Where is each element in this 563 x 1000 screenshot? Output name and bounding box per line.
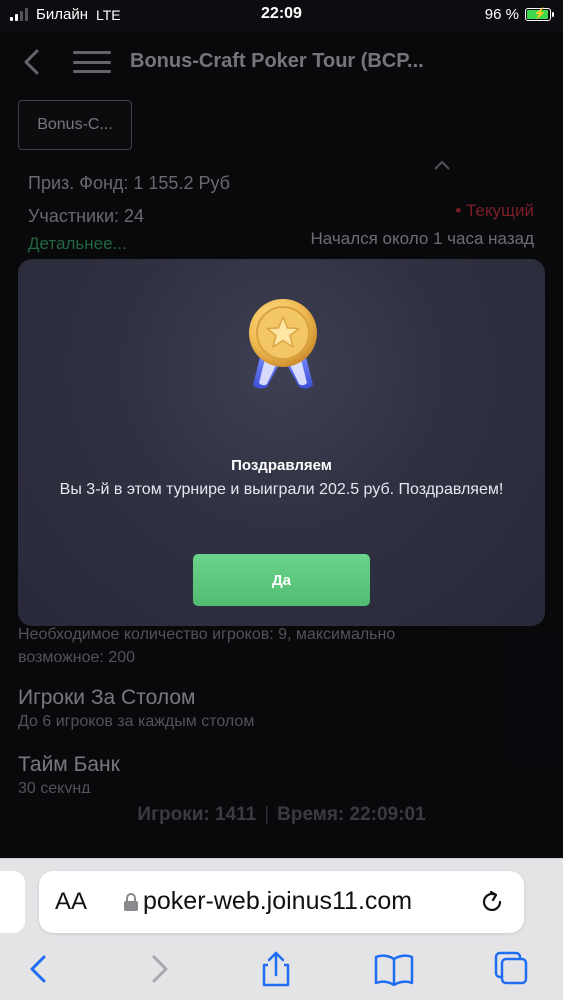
reader-settings-button[interactable]: AA (55, 888, 87, 916)
reload-icon[interactable] (478, 888, 506, 916)
address-bar[interactable]: AA poker-web.joinus11.com (39, 871, 524, 933)
dialog-message: Вы 3-й в этом турнире и выиграли 202.5 р… (59, 481, 504, 498)
clock: 22:09 (261, 5, 302, 22)
battery-charging-icon: ⚡ (525, 8, 554, 21)
previous-tab-card[interactable] (0, 871, 25, 933)
share-icon[interactable] (254, 949, 298, 989)
status-right: 96 % ⚡ (484, 6, 554, 23)
browser-back-icon[interactable] (18, 949, 62, 989)
gold-medal-star-icon (249, 299, 317, 389)
bookmarks-icon[interactable] (372, 949, 416, 989)
battery-percent: 96 % (484, 6, 519, 23)
tabs-icon[interactable] (490, 949, 534, 989)
browser-toolbar: AA poker-web.joinus11.com (0, 858, 563, 1000)
url-text[interactable]: poker-web.joinus11.com (143, 887, 412, 916)
dialog-title: Поздравляем (231, 457, 332, 474)
lock-icon (124, 893, 138, 911)
status-bar: Билайн LTE 22:09 96 % ⚡ (0, 0, 563, 32)
confirm-button[interactable]: Да (193, 554, 370, 606)
browser-forward-icon[interactable] (138, 949, 182, 989)
congratulations-dialog: Поздравляем Вы 3-й в этом турнире и выиг… (18, 259, 545, 626)
